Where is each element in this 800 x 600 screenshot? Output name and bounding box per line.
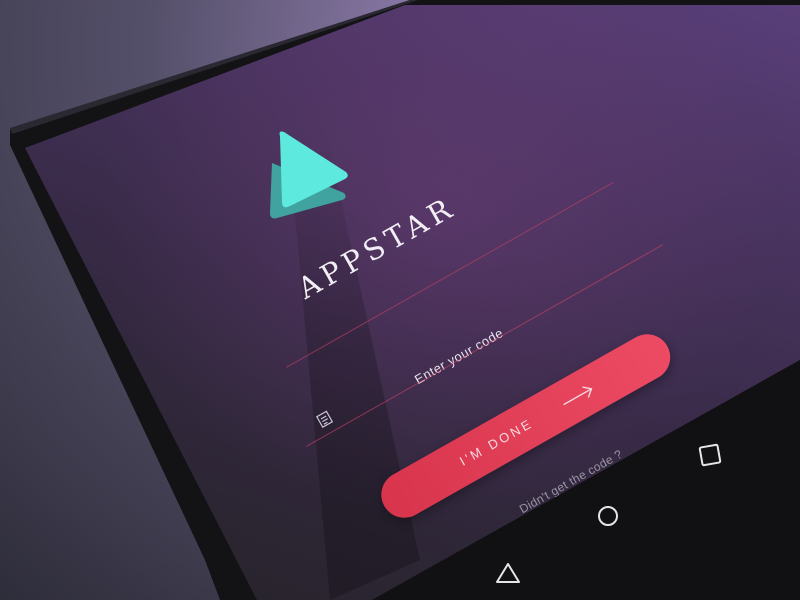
back-triangle-icon [496, 563, 520, 583]
nav-recent-apps-button[interactable] [697, 442, 723, 468]
recent-apps-square-icon [698, 443, 722, 467]
home-circle-icon [598, 506, 618, 526]
nav-home-button[interactable] [595, 503, 621, 529]
nav-back-button[interactable] [494, 561, 522, 585]
arrow-right-icon [563, 386, 593, 406]
play-triangle-logo-icon [270, 131, 348, 219]
code-document-icon [316, 410, 334, 428]
